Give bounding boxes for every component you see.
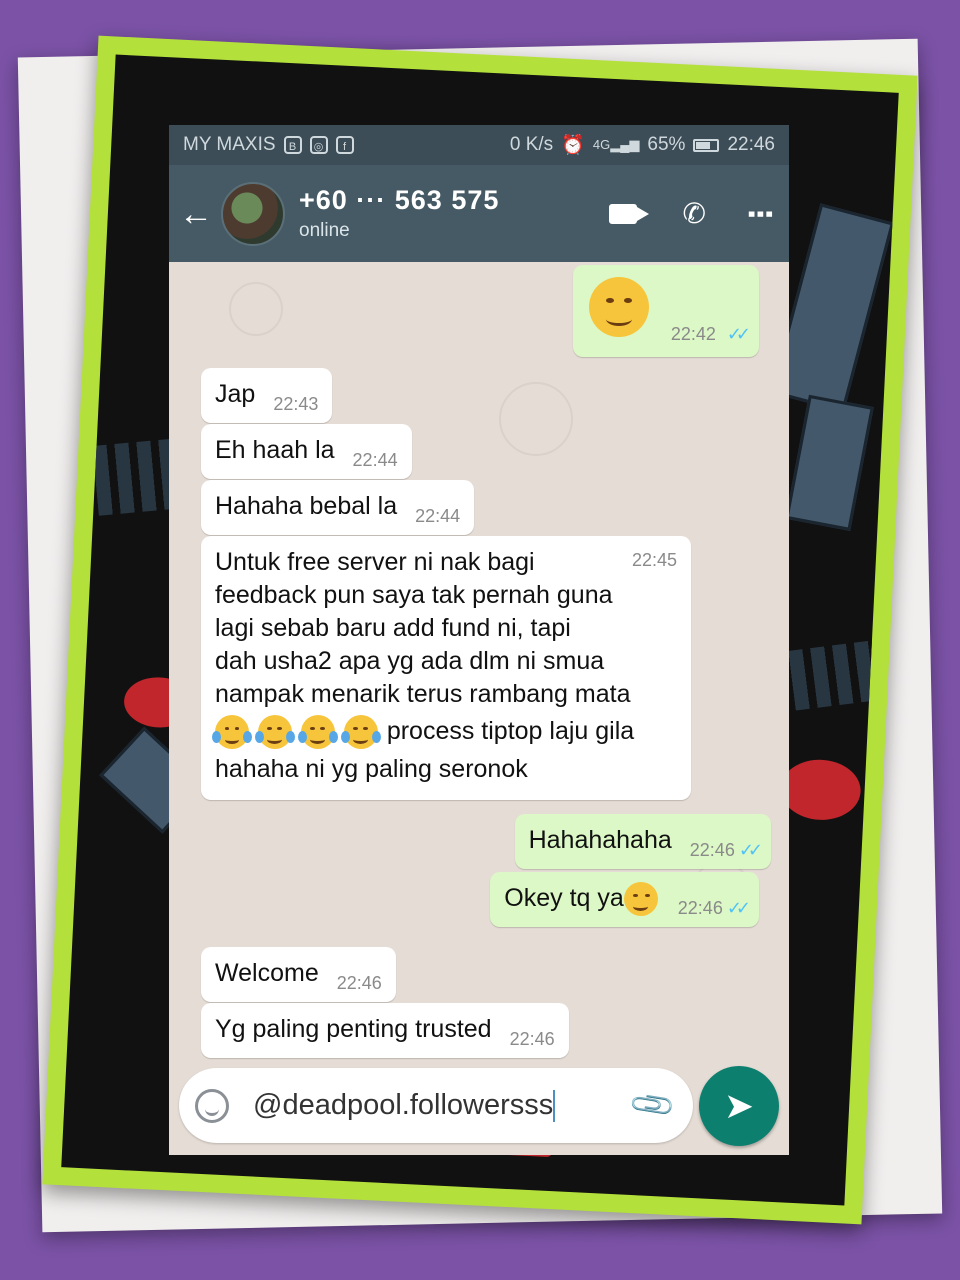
more-options-icon[interactable]: ⋮ bbox=[743, 199, 776, 229]
message-input-box[interactable]: @deadpool.followersss 📎 bbox=[179, 1068, 693, 1143]
notification-icon: B bbox=[283, 136, 302, 154]
message-text: Eh haah la bbox=[215, 436, 335, 464]
decor-red-shape bbox=[779, 757, 863, 822]
clock: 22:46 bbox=[727, 134, 775, 155]
message-bubble-incoming[interactable]: Jap 22:43 bbox=[201, 368, 333, 423]
message-text: hahaha ni yg paling seronok bbox=[215, 755, 528, 784]
message-time: 22:45 bbox=[631, 550, 677, 570]
read-ticks-icon: ✓✓ bbox=[726, 324, 751, 344]
emoji-picker-icon[interactable] bbox=[195, 1088, 229, 1123]
attach-icon[interactable]: 📎 bbox=[627, 1080, 678, 1131]
laughing-emoji-icon bbox=[340, 715, 381, 750]
carrier-label: MY MAXIS bbox=[183, 134, 276, 155]
message-bubble-outgoing[interactable]: 22:42 ✓✓ bbox=[573, 265, 759, 357]
phone-call-icon[interactable]: ✆ bbox=[683, 197, 706, 230]
wallpaper-doodle bbox=[229, 282, 283, 336]
message-time: 22:44 bbox=[352, 450, 398, 470]
send-icon: ➤ bbox=[723, 1085, 755, 1126]
chat-header: ← +60 ··· 563 575 online ✆ ⋮ bbox=[169, 165, 789, 262]
message-bubble-incoming[interactable]: Eh haah la 22:44 bbox=[201, 424, 412, 479]
facebook-icon: f bbox=[335, 136, 354, 154]
wallpaper-doodle bbox=[499, 382, 573, 456]
message-bubble-incoming[interactable]: Hahaha bebal la 22:44 bbox=[201, 480, 475, 535]
message-line: lagi sebab baru add fund ni, tapi bbox=[215, 614, 571, 642]
contact-name: +60 ··· 563 575 bbox=[299, 185, 500, 215]
whatsapp-screen: MY MAXIS B ◎ f 0 K/s ⏰ 4G▂▄▆ 65% 22:46 ←… bbox=[169, 125, 789, 1155]
decor-machine bbox=[785, 394, 874, 531]
message-text: Jap bbox=[215, 380, 256, 408]
message-time: 22:46 bbox=[336, 973, 382, 993]
message-line: process tiptop laju gila bbox=[212, 715, 677, 750]
message-time: 22:46 bbox=[689, 840, 735, 860]
text-cursor bbox=[553, 1090, 556, 1123]
contact-info[interactable]: +60 ··· 563 575 online bbox=[299, 185, 609, 242]
avatar[interactable] bbox=[221, 181, 285, 246]
battery-percent: 65% bbox=[647, 134, 686, 155]
message-composer: @deadpool.followersss 📎 ➤ bbox=[179, 1066, 779, 1146]
message-bubble-incoming[interactable]: Welcome 22:46 bbox=[201, 947, 396, 1002]
message-text: Welcome bbox=[215, 959, 319, 987]
status-right: 0 K/s ⏰ 4G▂▄▆ 65% 22:46 bbox=[510, 133, 775, 157]
message-line: Untuk free server ni nak bagi bbox=[215, 548, 535, 576]
message-text: Hahaha bebal la bbox=[215, 492, 398, 520]
signal-icon: 4G▂▄▆ bbox=[592, 137, 640, 152]
message-time: 22:46 bbox=[509, 1029, 555, 1049]
message-line: hahaha ni yg paling seronok 22:45 bbox=[215, 550, 677, 786]
video-call-icon[interactable] bbox=[608, 203, 649, 224]
message-time: 22:42 bbox=[670, 324, 716, 344]
message-text: process tiptop laju gila bbox=[386, 717, 635, 745]
message-time: 22:46 bbox=[677, 898, 723, 918]
yum-emoji-icon bbox=[623, 882, 658, 917]
message-input[interactable]: @deadpool.followersss bbox=[253, 1089, 634, 1123]
message-list: 22:42 ✓✓ Jap 22:43 Eh haah la 22:44 Hahaha… bbox=[169, 262, 789, 1070]
message-bubble-incoming[interactable]: Untuk free server ni nak bagi feedback p… bbox=[201, 536, 691, 801]
header-actions: ✆ ⋮ bbox=[608, 197, 776, 230]
alarm-icon: ⏰ bbox=[561, 135, 585, 156]
message-time: 22:43 bbox=[273, 394, 319, 414]
battery-icon bbox=[693, 138, 720, 152]
laughing-emoji-icon bbox=[254, 715, 295, 750]
send-button[interactable]: ➤ bbox=[699, 1066, 779, 1146]
message-meta: 22:42 ✓✓ bbox=[670, 316, 751, 351]
status-left: MY MAXIS B ◎ f bbox=[183, 134, 354, 156]
message-bubble-incoming[interactable]: Yg paling penting trusted 22:46 bbox=[201, 1003, 569, 1058]
contact-status: online bbox=[299, 220, 350, 241]
message-bubble-outgoing[interactable]: Okey tq ya 22:46 ✓✓ bbox=[490, 872, 759, 927]
laughing-emoji-icon bbox=[297, 715, 338, 750]
back-arrow-icon[interactable]: ← bbox=[179, 197, 215, 231]
status-bar: MY MAXIS B ◎ f 0 K/s ⏰ 4G▂▄▆ 65% 22:46 bbox=[169, 125, 789, 165]
net-speed: 0 K/s bbox=[509, 134, 554, 155]
laughing-emoji-icon bbox=[212, 715, 252, 750]
read-ticks-icon: ✓✓ bbox=[738, 840, 763, 860]
message-bubble-outgoing[interactable]: Hahahahaha 22:46 ✓✓ bbox=[514, 814, 771, 869]
message-text: Hahahahaha bbox=[528, 826, 672, 854]
message-text: Yg paling penting trusted bbox=[215, 1015, 492, 1043]
message-line: dah usha2 apa yg ada dlm ni smua bbox=[215, 647, 605, 675]
instagram-icon: ◎ bbox=[309, 136, 328, 154]
message-line: nampak menarik terus rambang mata bbox=[215, 680, 631, 708]
yum-emoji-icon bbox=[589, 277, 649, 337]
message-line: feedback pun saya tak pernah guna bbox=[215, 581, 613, 609]
read-ticks-icon: ✓✓ bbox=[726, 898, 751, 918]
message-text: Okey tq ya bbox=[504, 884, 624, 912]
message-time: 22:44 bbox=[415, 506, 461, 526]
